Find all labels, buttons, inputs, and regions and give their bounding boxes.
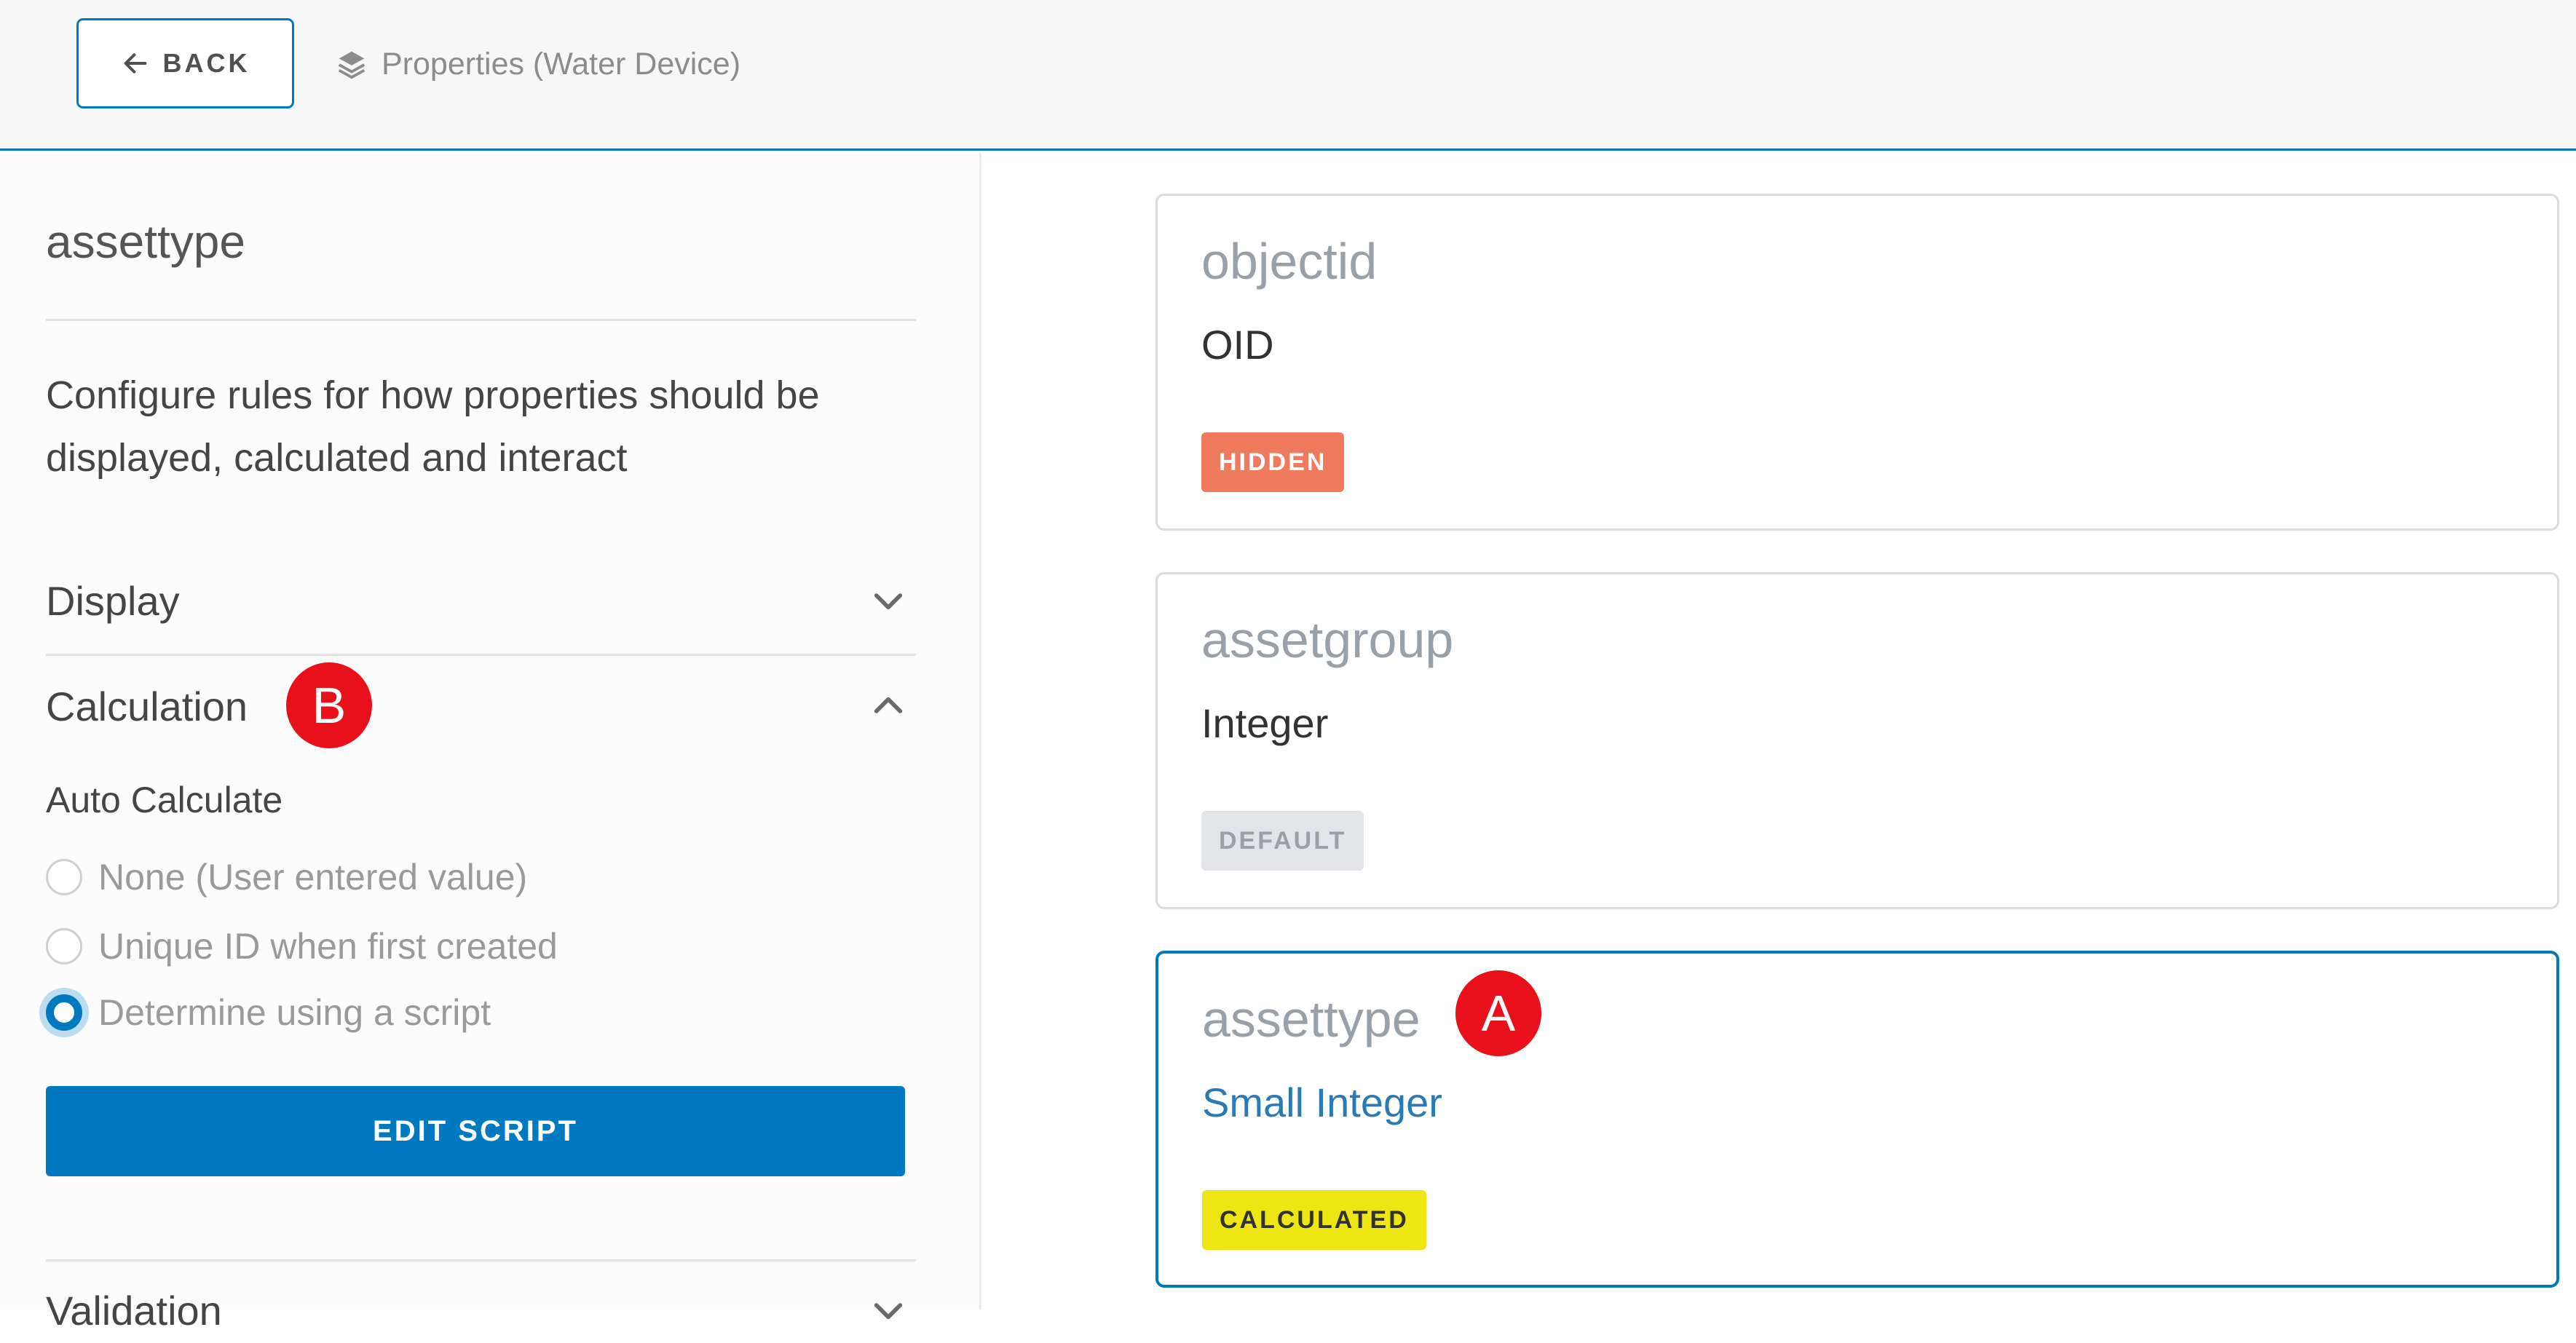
section-calculation-header[interactable]: Calculation [46,673,916,739]
section-validation-label: Validation [46,1287,222,1334]
panel-title: assettype [46,215,245,268]
radio-button-checked[interactable] [46,994,82,1031]
back-button[interactable]: BACK [76,18,294,108]
edit-script-button[interactable]: EDIT SCRIPT [46,1086,905,1176]
status-badge: CALCULATED [1202,1190,1426,1250]
section-display-header[interactable]: Display [46,568,916,633]
property-name: assettype [1202,991,1421,1047]
callout-badge-b: B [286,662,372,748]
top-bar: BACK Properties (Water Device) [0,0,2576,151]
section-calculation-label: Calculation [46,683,248,729]
radio-option-label: Determine using a script [98,992,491,1033]
property-type: OID [1201,322,1274,368]
radio-button[interactable] [46,859,82,895]
layers-icon [338,51,366,79]
divider [46,319,916,321]
breadcrumb-label: Properties (Water Device) [382,46,741,82]
radio-option-unique-id[interactable]: Unique ID when first created [46,919,558,973]
property-type: Small Integer [1202,1079,1442,1125]
radio-option-label: None (User entered value) [98,857,528,898]
property-config-panel: assettype Configure rules for how proper… [0,153,981,1334]
property-type: Integer [1201,700,1329,746]
divider [46,1259,916,1261]
back-button-label: BACK [162,48,250,78]
divider [46,654,916,656]
chevron-down-icon [874,1303,903,1320]
property-card-assettype[interactable]: assettype Small Integer CALCULATED [1155,951,2559,1288]
property-card-assetgroup[interactable]: assetgroup Integer DEFAULT [1155,572,2559,909]
callout-badge-a: A [1455,970,1541,1056]
section-display-label: Display [46,577,180,624]
property-card-objectid[interactable]: objectid OID HIDDEN [1155,194,2559,531]
arrow-left-icon [124,53,146,74]
auto-calculate-label: Auto Calculate [46,780,283,820]
chevron-down-icon [874,593,903,610]
panel-description: Configure rules for how properties shoul… [46,373,820,480]
breadcrumb: Properties (Water Device) [335,41,740,87]
status-badge: HIDDEN [1201,432,1345,492]
property-name: assetgroup [1201,611,1454,668]
radio-button[interactable] [46,928,82,964]
section-validation-header[interactable]: Validation [46,1277,916,1343]
radio-option-script[interactable]: Determine using a script [46,986,491,1039]
radio-option-label: Unique ID when first created [98,926,558,967]
chevron-up-icon [874,697,903,713]
property-name: objectid [1201,233,1378,290]
radio-option-none[interactable]: None (User entered value) [46,850,527,904]
status-badge: DEFAULT [1201,811,1364,871]
